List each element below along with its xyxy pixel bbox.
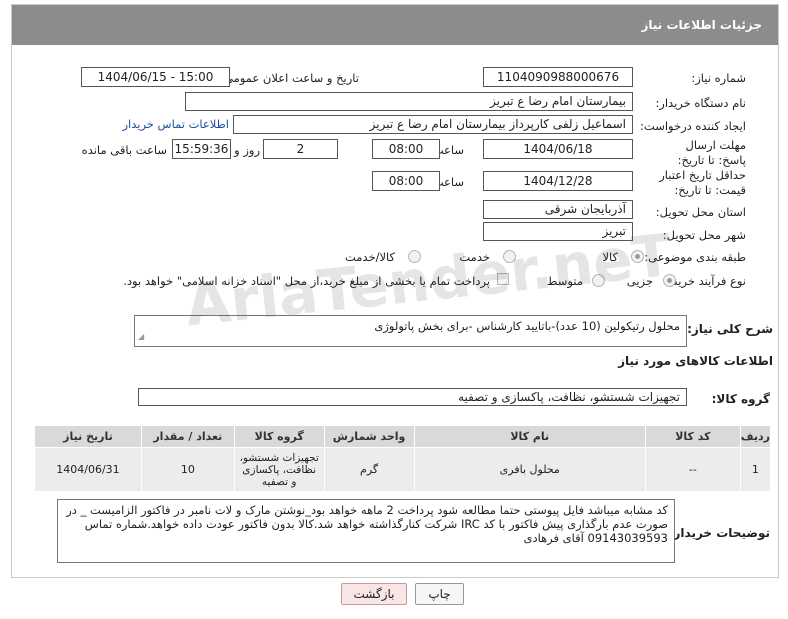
cell-code: -- (644, 447, 741, 492)
cell-unit: گرم (323, 447, 415, 492)
category-goods-service-radio[interactable] (408, 250, 421, 263)
category-goods-radio[interactable] (631, 250, 644, 263)
buyer-org-label: نام دستگاه خریدار: (655, 96, 746, 110)
requester-label: ایجاد کننده درخواست: (640, 119, 746, 133)
treasury-payment-note: پرداخت تمام یا بخشی از مبلغ خرید،از محل … (123, 274, 490, 288)
days-and-label: روز و (234, 143, 260, 157)
process-medium-label: متوسط (546, 274, 583, 288)
days-remaining-field[interactable]: 2 (263, 139, 338, 159)
description-label: شرح کلی نیاز: (687, 322, 773, 336)
process-minor-radio[interactable] (663, 274, 676, 287)
resize-grip-icon[interactable]: ◢ (138, 330, 144, 344)
buyer-org-field[interactable]: بیمارستان امام رضا ع تبریز (185, 92, 633, 111)
buyer-notes-text: کد مشابه میباشد فایل پیوستی حتما مطالعه … (66, 503, 668, 545)
goods-info-title: اطلاعات کالاهای مورد نیاز (618, 354, 773, 368)
goods-table: ردیف کد کالا نام کالا واحد شمارش گروه کا… (34, 425, 772, 492)
requester-field[interactable]: اسماعیل زلفی کارپرداز بیمارستان امام رضا… (233, 115, 633, 134)
print-button[interactable]: چاپ (415, 583, 464, 605)
category-goods-service-label: کالا/خدمت (344, 250, 395, 264)
reply-time-field[interactable]: 08:00 (372, 139, 440, 159)
announce-datetime-label: تاریخ و ساعت اعلان عمومی: (220, 71, 359, 85)
cell-row: 1 (739, 447, 772, 492)
description-textarea[interactable]: محلول رتیکولین (10 عدد)-باتایید کارشناس … (134, 315, 687, 347)
validity-time-field[interactable]: 08:00 (372, 171, 440, 191)
category-label: طبقه بندی موضوعی: (644, 250, 746, 264)
col-need-date: تاریخ نیاز (34, 425, 142, 448)
col-code: کد کالا (644, 425, 741, 448)
category-service-label: خدمت (459, 250, 490, 264)
cell-name: محلول بافری (413, 447, 646, 492)
col-unit: واحد شمارش (323, 425, 415, 448)
hours-remaining-label: ساعت باقی مانده (81, 143, 167, 157)
panel-title: جزئیات اطلاعات نیاز (12, 5, 778, 45)
need-number-field[interactable]: 1104090988000676 (483, 67, 633, 87)
reply-deadline-label: مهلت ارسال پاسخ: تا تاریخ: (677, 138, 746, 167)
goods-group-label: گروه کالا: (711, 392, 770, 406)
category-service-radio[interactable] (503, 250, 516, 263)
cell-need-date: 1404/06/31 (34, 447, 142, 492)
back-button[interactable]: بازگشت (341, 583, 407, 605)
validity-date-field[interactable]: 1404/12/28 (483, 171, 633, 191)
col-name: نام کالا (413, 425, 646, 448)
treasury-payment-checkbox[interactable] (497, 273, 509, 285)
reply-date-field[interactable]: 1404/06/18 (483, 139, 633, 159)
time-remaining-field[interactable]: 15:59:36 (172, 139, 231, 159)
category-goods-label: کالا (602, 250, 618, 264)
cell-group: تجهیزات شستشو، نظافت، پاکسازی و تصفیه (233, 447, 325, 492)
announce-datetime-field[interactable]: 1404/06/15 - 15:00 (81, 67, 230, 87)
buyer-notes-textarea[interactable]: کد مشابه میباشد فایل پیوستی حتما مطالعه … (57, 499, 675, 563)
province-field[interactable]: آذربایجان شرقی (483, 200, 633, 219)
buyer-notes-label: توضیحات خریدار: (668, 526, 770, 540)
cell-quantity: 10 (140, 447, 235, 492)
city-field[interactable]: تبریز (483, 222, 633, 241)
col-row: ردیف (739, 425, 772, 448)
buyer-contact-link[interactable]: اطلاعات تماس خریدار (122, 117, 229, 131)
col-group: گروه کالا (233, 425, 325, 448)
table-row[interactable]: 1 -- محلول بافری گرم تجهیزات شستشو، نظاف… (34, 447, 772, 492)
price-validity-label: حداقل تاریخ اعتبار قیمت: تا تاریخ: (659, 168, 746, 197)
delivery-province-label: استان محل تحویل: (655, 205, 746, 219)
need-number-label: شماره نیاز: (691, 71, 746, 85)
process-medium-radio[interactable] (592, 274, 605, 287)
goods-group-field[interactable]: تجهیزات شستشو، نظافت، پاکسازی و تصفیه (138, 388, 687, 406)
col-quantity: تعداد / مقدار (140, 425, 235, 448)
description-text: محلول رتیکولین (10 عدد)-باتایید کارشناس … (374, 319, 680, 333)
process-minor-label: جزیی (626, 274, 653, 288)
process-type-label: نوع فرآیند خرید : (664, 274, 746, 288)
delivery-city-label: شهر محل تحویل: (662, 228, 746, 242)
goods-table-header: ردیف کد کالا نام کالا واحد شمارش گروه کا… (34, 425, 772, 448)
